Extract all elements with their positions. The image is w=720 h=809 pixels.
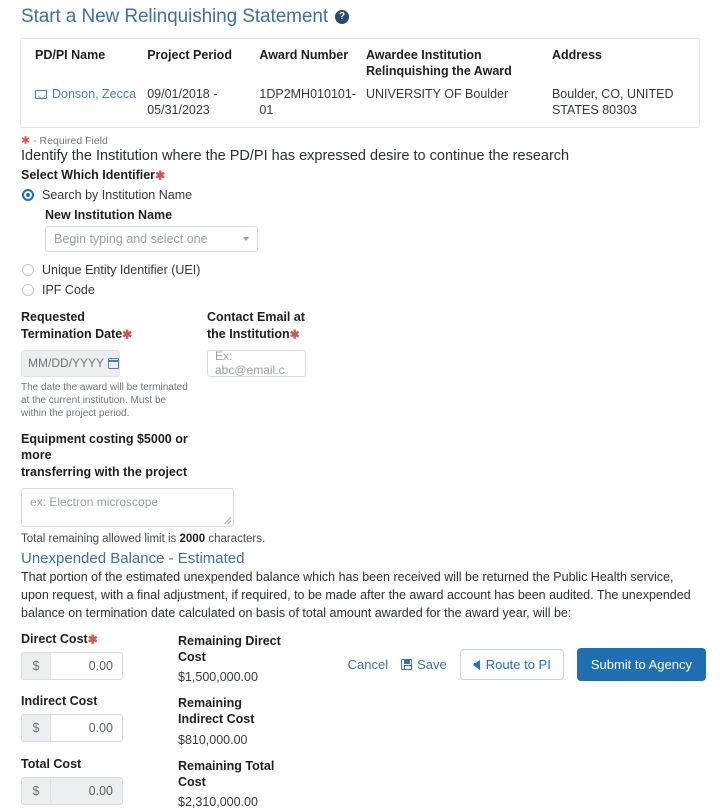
- required-asterisk-icon: ✱: [21, 134, 31, 147]
- address-value: Boulder, CO, UNITED STATES 80303: [551, 87, 674, 118]
- radio-label: Unique Entity Identifier (UEI): [42, 263, 201, 278]
- character-limit-text: Total remaining allowed limit is 2000 ch…: [21, 533, 266, 546]
- termination-date-label: Requested Termination Date✱: [21, 310, 133, 342]
- new-institution-name-label: New Institution Name: [45, 208, 173, 223]
- remaining-indirect-cost-value: $810,000.00: [178, 732, 248, 747]
- date-and-email-row: Requested Termination Date✱ MM/DD/YYYY T…: [21, 309, 706, 420]
- direct-cost-label: Direct Cost✱: [21, 631, 98, 647]
- chevron-down-icon: [243, 237, 249, 242]
- institution-select-placeholder: Begin typing and select one: [54, 232, 208, 247]
- total-cost-input: $ 0.00: [21, 776, 123, 805]
- project-period-value: 09/01/2018 - 05/31/2023: [147, 87, 218, 118]
- cancel-button[interactable]: Cancel: [348, 657, 388, 672]
- pi-name-link[interactable]: Donson, Zecca: [35, 86, 136, 102]
- table-header-row: PD/PI Name Project Period Award Number A…: [21, 47, 699, 86]
- remaining-direct-cost-label: Remaining Direct Cost: [178, 633, 281, 664]
- required-asterisk-icon: ✱: [122, 327, 133, 342]
- relinquishing-statement-page: Start a New Relinquishing Statement ? PD…: [0, 6, 720, 809]
- radio-icon-selected[interactable]: [22, 189, 34, 202]
- arrow-left-icon: [472, 659, 480, 670]
- calendar-icon[interactable]: [107, 357, 120, 369]
- institution-value: UNIVERSITY OF Boulder: [365, 87, 509, 101]
- termination-date-placeholder: MM/DD/YYYY: [28, 356, 105, 371]
- save-disk-icon: [401, 659, 413, 670]
- currency-prefix: $: [22, 715, 51, 742]
- termination-date-input[interactable]: MM/DD/YYYY: [21, 349, 120, 377]
- equipment-placeholder: ex: Electron microscope: [30, 495, 159, 510]
- pi-name-text: Donson, Zecca: [52, 87, 137, 101]
- total-cost-value: 0.00: [51, 777, 122, 804]
- col-header-pi-name: PD/PI Name: [35, 48, 106, 62]
- save-button[interactable]: Save: [401, 657, 447, 672]
- table-row: Donson, Zecca 09/01/2018 - 05/31/2023 1D…: [21, 86, 699, 119]
- form-actions: Cancel Save Route to PI Submit to Agency: [348, 648, 706, 681]
- currency-prefix: $: [22, 653, 51, 680]
- radio-unique-entity-identifier[interactable]: Unique Entity Identifier (UEI): [22, 263, 706, 277]
- indirect-cost-input[interactable]: $ 0.00: [21, 714, 123, 743]
- contact-email-label: Contact Email at the Institution✱: [207, 310, 305, 342]
- indirect-cost-value: 0.00: [88, 721, 113, 736]
- currency-prefix: $: [22, 777, 51, 804]
- unexpended-balance-paragraph: That portion of the estimated unexpended…: [21, 570, 691, 621]
- col-header-address: Address: [551, 48, 602, 62]
- radio-ipf-code[interactable]: IPF Code: [22, 283, 706, 297]
- direct-cost-value: 0.00: [88, 659, 113, 674]
- page-title-text: Start a New Relinquishing Statement: [21, 6, 328, 27]
- col-header-institution: Awardee Institution Relinquishing the Aw…: [365, 48, 512, 78]
- radio-icon[interactable]: [22, 284, 34, 297]
- remaining-total-cost-label: Remaining Total Cost: [178, 758, 275, 789]
- cost-row-indirect: Indirect Cost $ 0.00 Remaining Indirect …: [21, 694, 706, 747]
- character-limit-count: 2000: [179, 533, 206, 546]
- resize-handle-icon[interactable]: [224, 517, 231, 525]
- instruction-text: Identify the Institution where the PD/PI…: [21, 147, 570, 164]
- contact-email-placeholder: Ex: abc@email.c: [215, 349, 285, 378]
- radio-label: IPF Code: [42, 283, 95, 298]
- required-asterisk-icon: ✱: [289, 327, 300, 342]
- remaining-total-cost-value: $2,310,000.00: [178, 795, 258, 809]
- route-to-pi-button[interactable]: Route to PI: [459, 649, 564, 680]
- indirect-cost-label: Indirect Cost: [21, 694, 98, 709]
- select-identifier-label: Select Which Identifier✱: [21, 167, 166, 183]
- institution-select[interactable]: Begin typing and select one: [45, 226, 258, 253]
- col-header-award-number: Award Number: [259, 48, 349, 62]
- page-title: Start a New Relinquishing Statement ?: [21, 6, 706, 28]
- help-icon[interactable]: ?: [335, 10, 349, 24]
- termination-date-helper-text: The date the award will be terminated at…: [21, 381, 188, 420]
- contact-email-input[interactable]: Ex: abc@email.c: [207, 349, 306, 378]
- cost-row-total: Total Cost $ 0.00 Remaining Total Cost $…: [21, 757, 706, 809]
- equipment-textarea[interactable]: ex: Electron microscope: [21, 488, 234, 528]
- required-asterisk-icon: ✱: [155, 168, 166, 183]
- award-summary-table: PD/PI Name Project Period Award Number A…: [20, 38, 700, 128]
- radio-label: Search by Institution Name: [42, 188, 193, 203]
- save-button-label: Save: [417, 657, 447, 672]
- radio-search-by-institution-name[interactable]: Search by Institution Name: [22, 188, 706, 202]
- remaining-direct-cost-value: $1,500,000.00: [178, 670, 258, 685]
- required-field-note: ✱ - Required Field: [21, 134, 706, 147]
- direct-cost-input[interactable]: $ 0.00: [21, 652, 123, 681]
- col-header-project-period: Project Period: [147, 48, 232, 62]
- radio-icon[interactable]: [22, 264, 34, 277]
- total-cost-label: Total Cost: [21, 756, 82, 771]
- remaining-indirect-cost-label: Remaining Indirect Cost: [178, 696, 255, 727]
- envelope-icon: [35, 89, 47, 99]
- unexpended-balance-heading: Unexpended Balance - Estimated: [21, 550, 245, 568]
- required-field-note-text: - Required Field: [33, 134, 108, 147]
- award-number-value: 1DP2MH010101-01: [259, 87, 356, 118]
- contact-email-field: Contact Email at the Institution✱ Ex: ab…: [207, 309, 393, 420]
- termination-date-field: Requested Termination Date✱ MM/DD/YYYY T…: [21, 309, 207, 420]
- equipment-label: Equipment costing $5000 or more transfer…: [21, 431, 188, 480]
- required-asterisk-icon: ✱: [87, 632, 98, 647]
- route-to-pi-label: Route to PI: [485, 657, 551, 672]
- submit-to-agency-button[interactable]: Submit to Agency: [576, 648, 706, 681]
